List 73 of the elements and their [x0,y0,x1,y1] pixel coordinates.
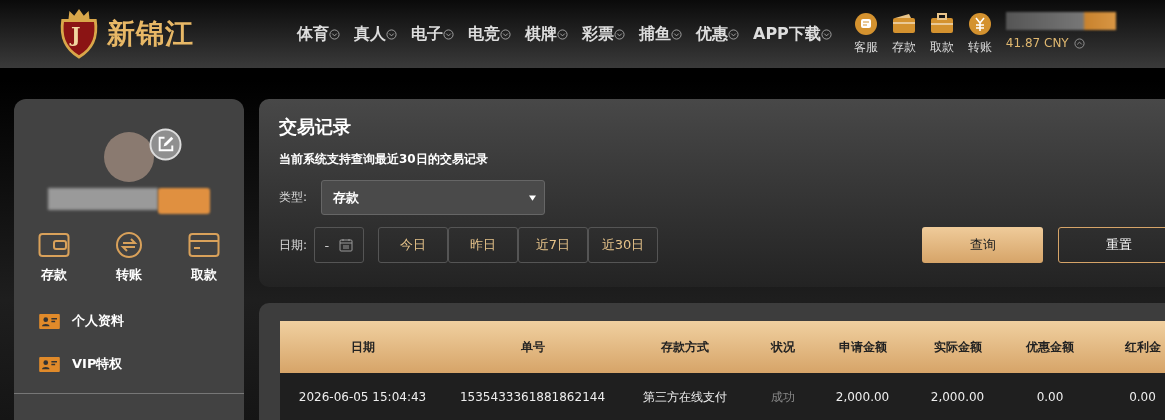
logo-letter: J [71,23,81,47]
reset-button[interactable]: 重置 [1058,227,1165,263]
edit-icon[interactable] [149,128,182,161]
wallet-icon [891,12,916,36]
chevron-down-icon [671,28,682,40]
table-cell-text: 0.00 [1128,390,1157,404]
sidebar-menu-item[interactable]: 个人资料 [39,312,244,330]
date-range-button[interactable]: 今日 [378,227,448,263]
column-header: 红利金 [1123,338,1162,356]
avatar-circle [104,132,154,182]
nav-link[interactable]: 电竞 [468,23,511,45]
header-action-link[interactable]: 客服 [849,12,882,56]
column-header: 状况 [769,338,796,356]
nav-link[interactable]: APP下载 [753,23,832,45]
chevron-down-icon [614,28,625,40]
id-card-icon [39,313,60,329]
quick-action-link[interactable]: 转账 [104,232,154,284]
table-cell-text: 2026-06-05 15:04:43 [297,390,428,404]
chevron-down-icon [386,28,397,40]
column-header: 优惠金额 [1024,338,1075,356]
table-cell-text: 0.00 [1035,390,1065,404]
chevron-down-icon [329,28,340,40]
chevron-up-icon[interactable] [1073,37,1085,49]
date-range-button[interactable]: 昨日 [448,227,518,263]
header-action-link[interactable]: 取款 [925,12,958,56]
chat-icon [853,12,878,36]
nav-link[interactable]: 棋牌 [525,23,568,45]
wallet-icon [38,232,70,258]
page-title: 交易记录 [279,115,352,139]
nav-link[interactable]: 电子 [411,23,454,45]
nav-link[interactable]: 真人 [354,23,397,45]
column-header: 申请金额 [837,338,888,356]
status-cell-text: 成功 [769,388,796,406]
nav-link[interactable]: 捕鱼 [639,23,682,45]
caret-icon [529,194,536,201]
logo-text[interactable]: 新锦江 [107,15,194,53]
chevron-down-icon [820,28,832,40]
header-action-link[interactable]: 转账 [963,12,996,56]
briefcase-icon [929,12,954,36]
nav-link[interactable]: 优惠 [696,23,739,45]
date-field[interactable]: - [313,227,364,263]
header-action-link[interactable]: 存款 [887,12,920,56]
chevron-down-icon [557,28,568,40]
transfer-icon [113,232,145,258]
column-header: 实际金额 [932,338,983,356]
type-label: 类型: [279,189,309,206]
type-dropdown[interactable]: 存款 [321,180,545,215]
card-icon [188,232,220,258]
yuan-coin-icon [967,12,992,36]
blurred-badge [158,188,210,214]
date-range-button[interactable]: 近7日 [518,227,588,263]
column-header: 单号 [519,338,546,356]
balance-text: 41.87 CNY [1005,36,1069,50]
date-range-button[interactable]: 近30日 [588,227,658,263]
nav-link[interactable]: 彩票 [582,23,625,45]
sidebar-menu-item[interactable]: VIP特权 [39,355,244,373]
calendar-icon [339,238,354,252]
date-label: 日期: [279,236,309,254]
quick-action-link[interactable]: 取款 [179,232,229,284]
column-header: 存款方式 [660,338,710,356]
chevron-down-icon [443,28,454,40]
chevron-down-icon [500,28,511,40]
quick-action-link[interactable]: 存款 [29,232,79,284]
table-cell-text: 2,000.00 [834,390,891,404]
table-cell-text: 2,000.00 [929,390,986,404]
search-button[interactable]: 查询 [922,227,1043,263]
column-header: 日期 [349,338,376,356]
chevron-down-icon [728,28,739,40]
table-cell-text: 第三方在线支付 [642,388,728,406]
id-card-icon [39,356,60,372]
nav-link[interactable]: 体育 [297,23,340,45]
notice-text: 当前系统支持查询最近30日的交易记录 [279,151,489,168]
table-cell-text: 1535433361881862144 [458,390,607,404]
